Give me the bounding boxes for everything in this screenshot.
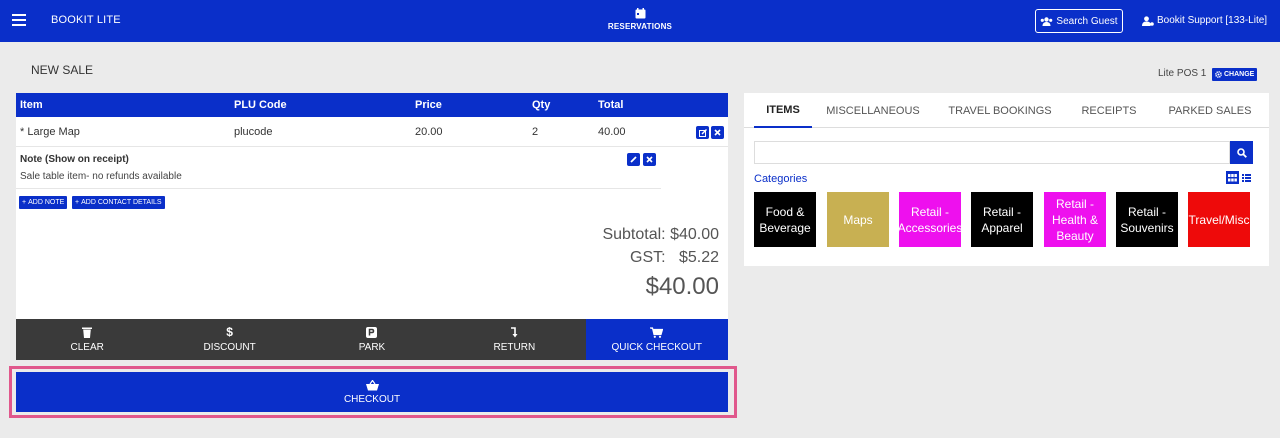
tab-receipts[interactable]: RECEIPTS: [1077, 93, 1141, 128]
discount-label: DISCOUNT: [203, 341, 256, 353]
return-arrow-icon: [510, 326, 518, 337]
user-menu[interactable]: Bookit Support [133-Lite]: [1142, 15, 1267, 26]
search-guest-button[interactable]: Search Guest: [1035, 9, 1123, 33]
table-row: * Large Map plucode 20.00 2 40.00: [16, 117, 728, 147]
grand-total: $40.00: [645, 273, 719, 300]
pos-label: Lite POS 1: [1158, 68, 1207, 79]
item-search-button[interactable]: [1230, 141, 1253, 164]
page-title: NEW SALE: [31, 63, 94, 77]
discount-button[interactable]: $ DISCOUNT: [158, 319, 301, 360]
quick-checkout-button[interactable]: QUICK CHECKOUT: [585, 319, 728, 360]
clear-label: CLEAR: [70, 341, 104, 353]
park-label: PARK: [358, 341, 386, 353]
tab-miscellaneous[interactable]: MISCELLANEOUS: [822, 93, 924, 128]
parking-icon: [366, 326, 378, 338]
remove-note-button[interactable]: [643, 153, 656, 166]
plus-icon: +: [22, 199, 27, 206]
row-total: 40.00: [598, 126, 626, 138]
add-contact-details-button[interactable]: + ADD CONTACT DETAILS: [72, 196, 165, 209]
header-qty: Qty: [532, 99, 551, 111]
row-item: * Large Map: [20, 126, 80, 138]
change-pos-button[interactable]: CHANGE: [1212, 68, 1258, 81]
nav-reservations-label: RESERVATIONS: [607, 22, 673, 31]
grid-icon: [1228, 173, 1237, 181]
action-bar: CLEAR $ DISCOUNT PARK RETURN QUICK CHECK…: [16, 319, 728, 360]
header-total: Total: [598, 99, 624, 111]
gst-line: GST: $5.22: [630, 249, 719, 267]
search-icon: [1236, 147, 1247, 158]
item-tabs: ITEMS MISCELLANEOUS TRAVEL BOOKINGS RECE…: [744, 93, 1269, 128]
row-price: 20.00: [415, 126, 443, 138]
note-title: Note (Show on receipt): [20, 154, 129, 165]
subtotal-line: Subtotal: $40.00: [602, 226, 719, 244]
checkout-button[interactable]: CHECKOUT: [16, 372, 728, 412]
close-icon: [646, 156, 653, 163]
edit-icon: [698, 128, 707, 137]
return-label: RETURN: [493, 341, 536, 353]
user-name: Bookit Support [133-Lite]: [1157, 15, 1268, 26]
header-plu: PLU Code: [234, 99, 287, 111]
header-price: Price: [415, 99, 442, 111]
nav-reservations[interactable]: RESERVATIONS: [605, 8, 675, 31]
list-icon: [1242, 173, 1251, 182]
cart-icon: [650, 326, 664, 338]
list-view-toggle[interactable]: [1240, 171, 1253, 184]
gear-icon: [1215, 71, 1222, 78]
return-button[interactable]: RETURN: [443, 319, 586, 360]
brand-name: BOOKIT LITE: [51, 14, 121, 26]
edit-note-button[interactable]: [627, 153, 640, 166]
category-tile[interactable]: Retail - Accessories: [899, 192, 961, 247]
sale-table-header: Item PLU Code Price Qty Total: [16, 93, 728, 117]
calendar-icon: [635, 8, 645, 19]
search-guest-label: Search Guest: [1056, 15, 1118, 27]
subtotal-value: $40.00: [670, 226, 719, 243]
sale-panel: Item PLU Code Price Qty Total * Large Ma…: [16, 93, 728, 319]
dollar-icon: $: [226, 324, 233, 339]
add-note-label: ADD NOTE: [28, 199, 65, 206]
tab-travel-bookings[interactable]: TRAVEL BOOKINGS: [944, 93, 1056, 128]
pencil-icon: [630, 156, 637, 163]
row-plu: plucode: [234, 126, 273, 138]
category-tile[interactable]: Retail - Health & Beauty: [1044, 192, 1106, 247]
header-item: Item: [20, 99, 43, 111]
category-tile[interactable]: Retail - Souvenirs: [1116, 192, 1178, 247]
plus-icon: +: [75, 199, 80, 206]
basket-icon: [365, 379, 379, 390]
quick-checkout-label: QUICK CHECKOUT: [611, 341, 703, 353]
grid-view-toggle[interactable]: [1226, 171, 1239, 184]
edit-item-button[interactable]: [696, 126, 709, 139]
park-button[interactable]: PARK: [300, 319, 444, 360]
users-icon: [1041, 16, 1053, 26]
add-note-button[interactable]: + ADD NOTE: [19, 196, 68, 209]
category-tile[interactable]: Maps: [827, 192, 889, 247]
category-tile[interactable]: Food & Beverage: [754, 192, 816, 247]
checkout-label: CHECKOUT: [343, 393, 401, 405]
item-search-input[interactable]: [754, 141, 1230, 164]
remove-item-button[interactable]: [711, 126, 724, 139]
gst-value: $5.22: [678, 249, 719, 266]
category-tile[interactable]: Travel/Misc: [1188, 192, 1250, 247]
categories-label: Categories: [754, 173, 808, 185]
sale-note: Note (Show on receipt) Sale table item- …: [16, 148, 661, 189]
add-contact-label: ADD CONTACT DETAILS: [81, 199, 162, 206]
subtotal-label: Subtotal:: [602, 226, 666, 243]
tab-parked-sales[interactable]: PARKED SALES: [1162, 93, 1258, 128]
row-qty: 2: [532, 126, 539, 138]
user-gear-icon: [1142, 15, 1154, 26]
note-text: Sale table item- no refunds available: [20, 171, 182, 182]
close-icon: [714, 129, 721, 136]
category-tile[interactable]: Retail - Apparel: [971, 192, 1033, 247]
gst-label: GST:: [630, 249, 666, 266]
hamburger-menu-icon[interactable]: [12, 14, 26, 26]
items-panel: ITEMS MISCELLANEOUS TRAVEL BOOKINGS RECE…: [744, 93, 1269, 266]
clear-button[interactable]: CLEAR: [16, 319, 159, 360]
top-nav-bar: BOOKIT LITE RESERVATIONS Search Guest Bo…: [0, 0, 1280, 42]
change-pos-label: CHANGE: [1224, 71, 1255, 78]
trash-icon: [82, 327, 93, 338]
tab-items[interactable]: ITEMS: [754, 93, 812, 128]
